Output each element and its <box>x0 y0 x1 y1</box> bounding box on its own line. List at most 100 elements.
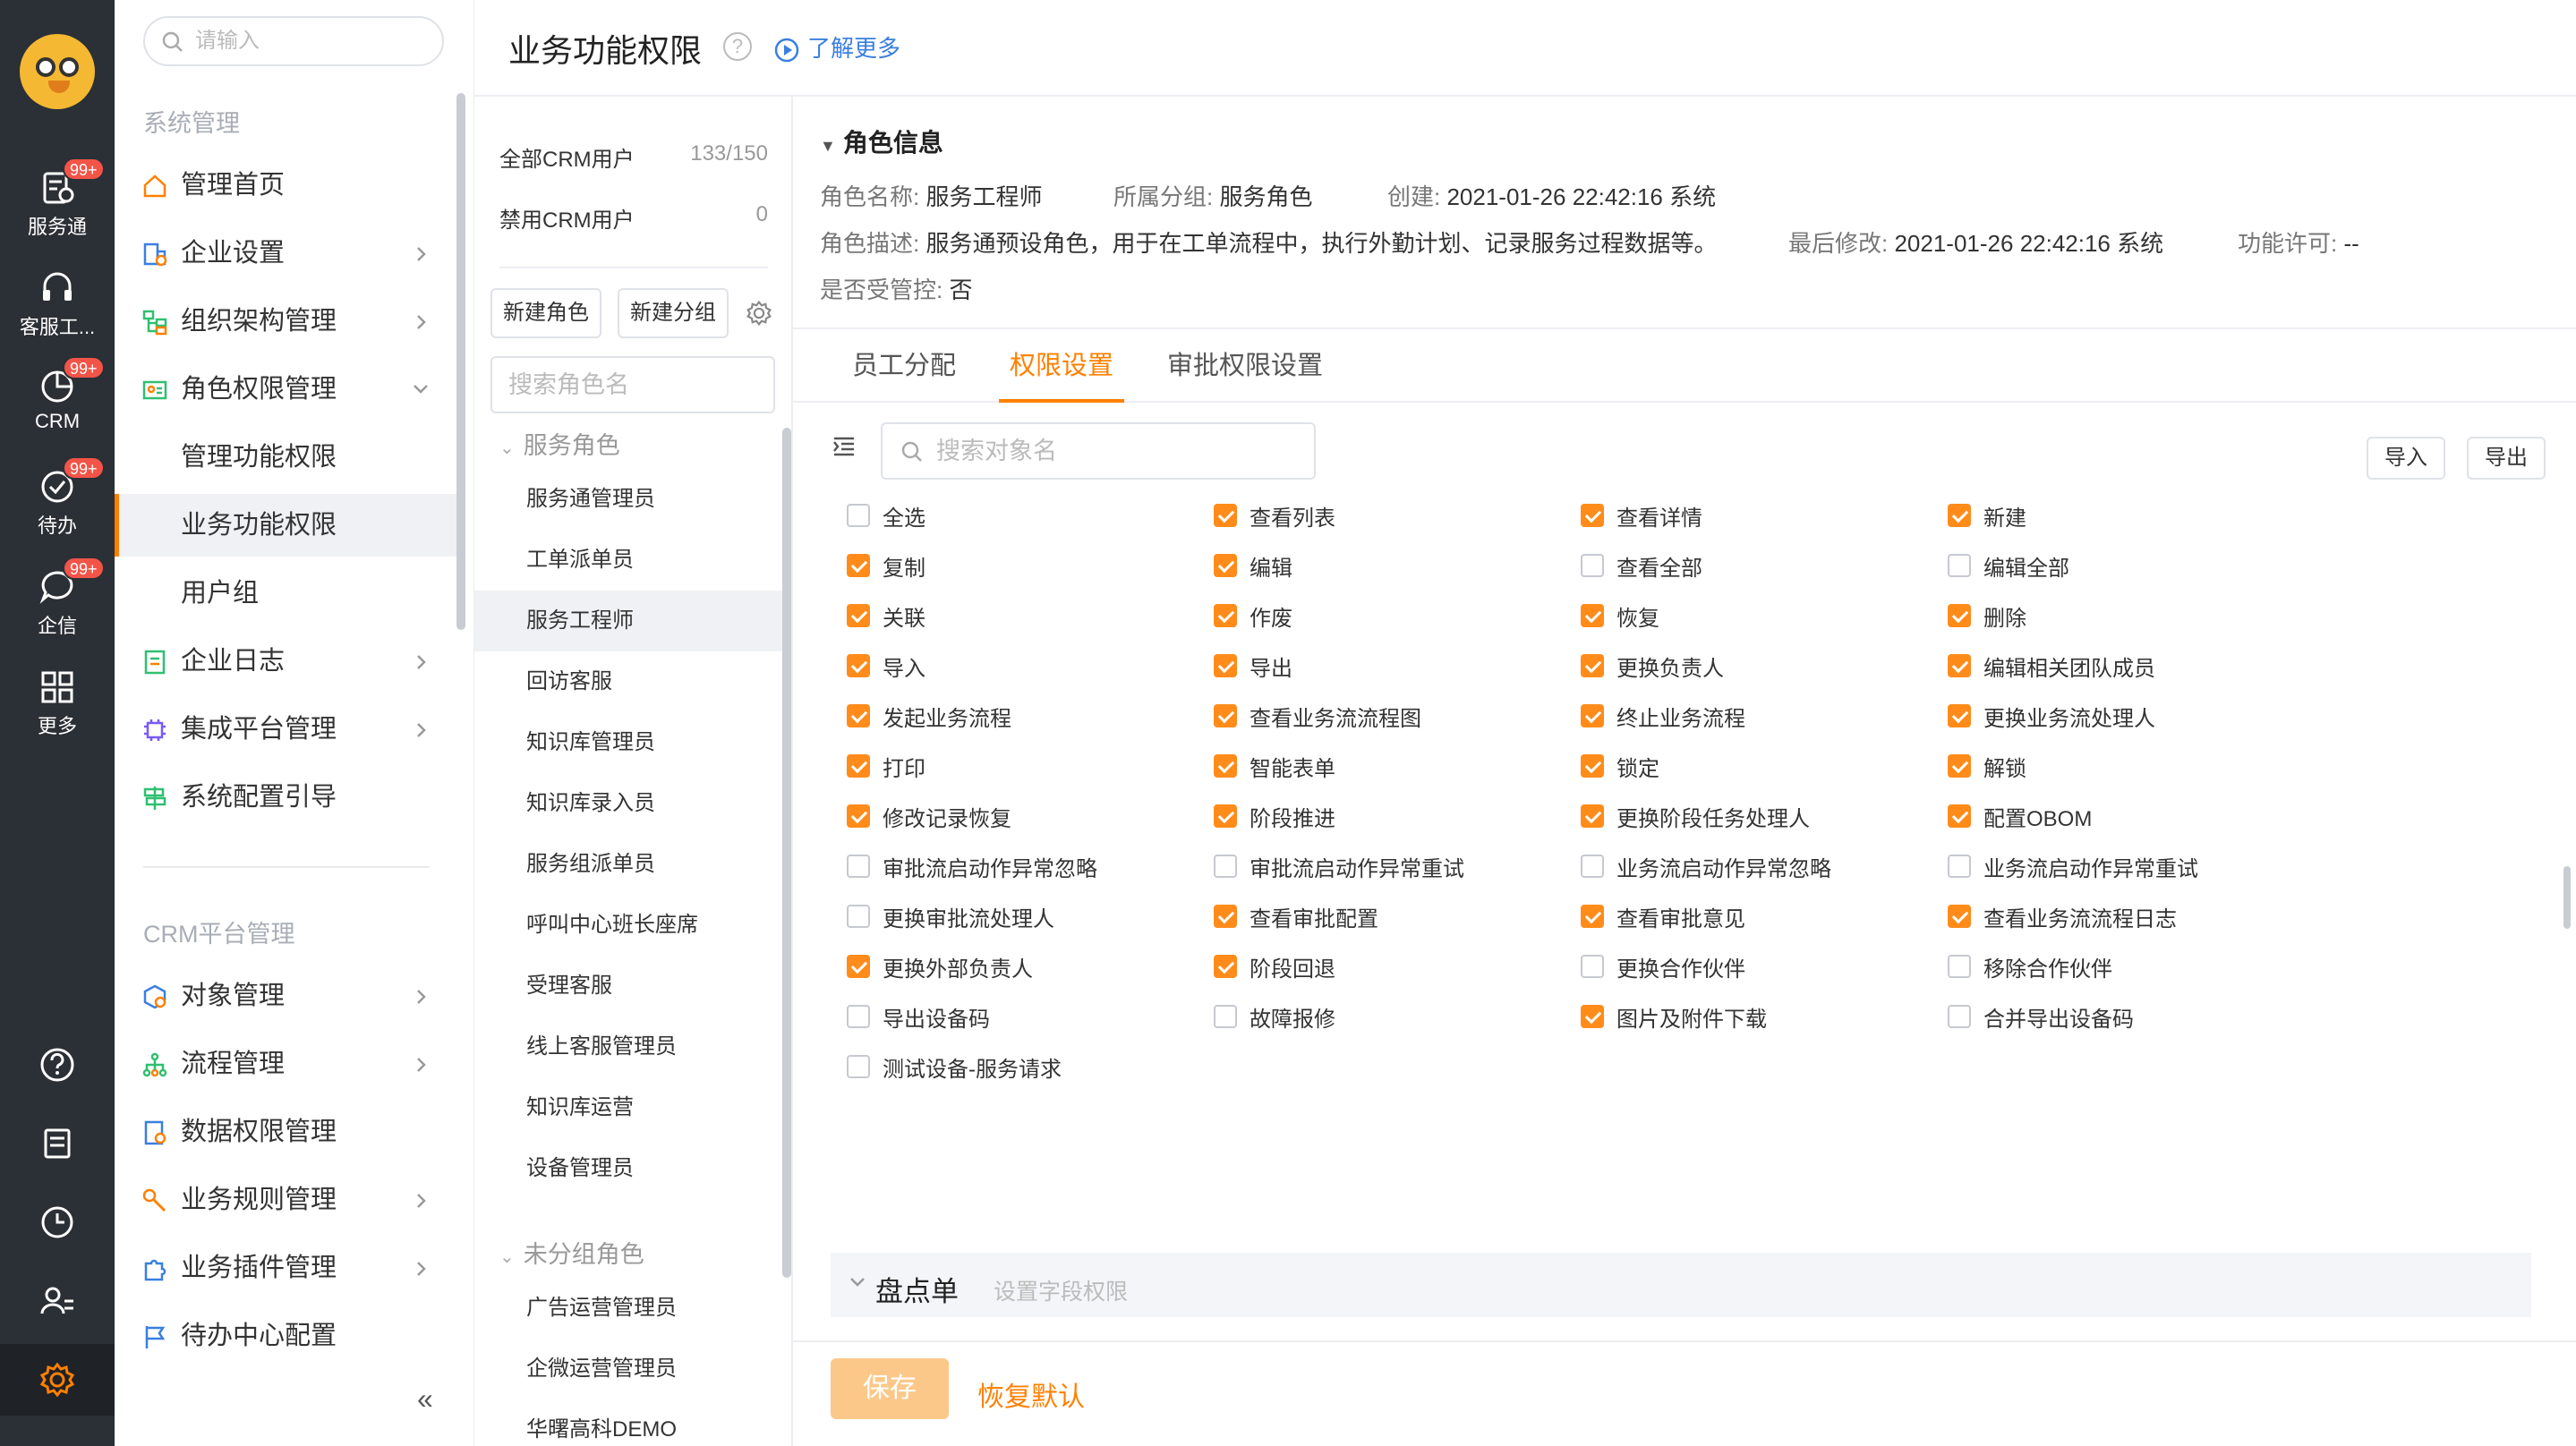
permission-checkbox-item[interactable]: 查看详情 <box>1581 490 1948 540</box>
role-item[interactable]: 呼叫中心班长座席 <box>474 895 784 956</box>
checkbox-unchecked[interactable] <box>847 1005 870 1028</box>
permission-checkbox-item[interactable]: 删除 <box>1948 591 2315 641</box>
role-item[interactable]: 知识库管理员 <box>474 712 784 773</box>
permission-checkbox-item[interactable]: 编辑相关团队成员 <box>1948 641 2315 691</box>
checkbox-unchecked[interactable] <box>1214 855 1237 878</box>
nav-item-business-perm[interactable]: 业务功能权限 <box>115 494 456 557</box>
nav-item-todo-config[interactable]: 待办中心配置 <box>115 1305 456 1367</box>
checkbox-checked[interactable] <box>1214 955 1237 978</box>
checkbox-unchecked[interactable] <box>847 905 870 928</box>
export-button[interactable]: 导出 <box>2467 437 2546 480</box>
permission-checkbox-item[interactable]: 故障报修 <box>1214 991 1581 1042</box>
nav-item-rules[interactable]: 业务规则管理 <box>115 1169 456 1231</box>
checkbox-checked[interactable] <box>847 804 870 828</box>
checkbox-checked[interactable] <box>1948 754 1971 778</box>
nav-scrollbar[interactable] <box>456 93 465 630</box>
role-item[interactable]: 回访客服 <box>474 651 784 712</box>
nav-item-user-group[interactable]: 用户组 <box>115 562 456 625</box>
help-button[interactable] <box>0 1029 115 1101</box>
settings-button[interactable] <box>0 1344 115 1416</box>
role-item[interactable]: 线上客服管理员 <box>474 1016 784 1077</box>
checkbox-checked[interactable] <box>1581 704 1604 727</box>
permission-checkbox-item[interactable]: 业务流启动作异常忽略 <box>1581 841 1948 891</box>
nav-item-data-perm[interactable]: 数据权限管理 <box>115 1101 456 1163</box>
checkbox-checked[interactable] <box>1948 905 1971 928</box>
checkbox-checked[interactable] <box>1214 754 1237 778</box>
role-item[interactable]: 服务通管理员 <box>474 469 784 530</box>
all-crm-users[interactable]: 全部CRM用户 133/150 <box>499 141 768 173</box>
permission-checkbox-item[interactable]: 审批流启动作异常重试 <box>1214 841 1581 891</box>
permission-checkbox-item[interactable]: 解锁 <box>1948 741 2315 791</box>
role-item[interactable]: 工单派单员 <box>474 530 784 591</box>
permission-checkbox-item[interactable]: 移除合作伙伴 <box>1948 941 2315 991</box>
rail-item-more[interactable]: 更多 <box>0 668 115 757</box>
nav-item-home[interactable]: 管理首页 <box>115 154 456 217</box>
permission-checkbox-item[interactable]: 更换负责人 <box>1581 641 1948 691</box>
history-button[interactable] <box>0 1187 115 1258</box>
permission-checkbox-item[interactable]: 导出 <box>1214 641 1581 691</box>
rail-item-service[interactable]: 99+ 服务通 <box>0 157 115 258</box>
tab-permissions[interactable]: 权限设置 <box>998 329 1125 403</box>
permission-checkbox-item[interactable]: 图片及附件下载 <box>1581 991 1948 1042</box>
new-role-button[interactable]: 新建角色 <box>490 288 601 338</box>
checkbox-checked[interactable] <box>1581 1005 1604 1028</box>
checkbox-unchecked[interactable] <box>847 855 870 878</box>
nav-item-company[interactable]: 企业设置 <box>115 222 456 285</box>
permission-checkbox-item[interactable]: 作废 <box>1214 591 1581 641</box>
permission-checkbox-item[interactable]: 阶段回退 <box>1214 941 1581 991</box>
nav-search-input[interactable]: 请输入 <box>143 16 444 66</box>
checkbox-checked[interactable] <box>1581 504 1604 527</box>
role-group-ungrouped[interactable]: ⌄ 未分组角色 <box>499 1235 644 1270</box>
permission-checkbox-item[interactable]: 恢复 <box>1581 591 1948 641</box>
rail-item-crm[interactable]: 99+ CRM <box>0 356 115 456</box>
restore-default-button[interactable]: 恢复默认 <box>977 1374 1085 1414</box>
checkbox-unchecked[interactable] <box>1581 855 1604 878</box>
checkbox-unchecked[interactable] <box>1948 855 1971 878</box>
permission-checkbox-item[interactable]: 更换业务流处理人 <box>1948 691 2315 741</box>
role-item-selected[interactable]: 服务工程师 <box>474 591 784 651</box>
permission-checkbox-item[interactable]: 查看业务流流程日志 <box>1948 891 2315 941</box>
checkbox-unchecked[interactable] <box>1948 955 1971 978</box>
checkbox-unchecked[interactable] <box>1581 554 1604 577</box>
checkbox-checked[interactable] <box>1948 804 1971 828</box>
checkbox-checked[interactable] <box>1581 905 1604 928</box>
permission-checkbox-item[interactable]: 新建 <box>1948 490 2315 540</box>
permission-checkbox-item[interactable]: 查看全部 <box>1581 540 1948 591</box>
role-item[interactable]: 设备管理员 <box>474 1138 784 1199</box>
permission-checkbox-item[interactable]: 发起业务流程 <box>847 691 1214 741</box>
checkbox-checked[interactable] <box>847 554 870 577</box>
permission-checkbox-item[interactable]: 合并导出设备码 <box>1948 991 2315 1042</box>
checkbox-unchecked[interactable] <box>847 504 870 527</box>
checkbox-checked[interactable] <box>1948 704 1971 727</box>
field-permission-link[interactable]: 设置字段权限 <box>994 1274 1128 1306</box>
permission-checkbox-item[interactable]: 修改记录恢复 <box>847 791 1214 841</box>
permission-checkbox-item[interactable]: 导出设备码 <box>847 991 1214 1042</box>
permission-checkbox-item[interactable]: 阶段推进 <box>1214 791 1581 841</box>
checkbox-checked[interactable] <box>1948 604 1971 627</box>
import-button[interactable]: 导入 <box>2367 437 2445 480</box>
role-item[interactable]: 知识库运营 <box>474 1077 784 1138</box>
checkbox-checked[interactable] <box>1581 754 1604 778</box>
checkbox-checked[interactable] <box>847 604 870 627</box>
permission-checkbox-item[interactable]: 导入 <box>847 641 1214 691</box>
permission-checkbox-item[interactable]: 打印 <box>847 741 1214 791</box>
role-item[interactable]: 受理客服 <box>474 956 784 1016</box>
list-indent-icon[interactable] <box>831 433 857 460</box>
permission-checkbox-item[interactable]: 编辑全部 <box>1948 540 2315 591</box>
permission-checkbox-item[interactable]: 测试设备-服务请求 <box>847 1042 1214 1092</box>
permission-checkbox-item[interactable]: 审批流启动作异常忽略 <box>847 841 1214 891</box>
checkbox-checked[interactable] <box>847 704 870 727</box>
permission-checkbox-item[interactable]: 更换审批流处理人 <box>847 891 1214 941</box>
nav-item-org[interactable]: 组织架构管理 <box>115 290 456 353</box>
rail-item-cs[interactable]: 客服工... <box>0 268 115 358</box>
checkbox-unchecked[interactable] <box>1214 1005 1237 1028</box>
contacts-button[interactable] <box>0 1265 115 1337</box>
permission-checkbox-item[interactable]: 复制 <box>847 540 1214 591</box>
checkbox-unchecked[interactable] <box>1581 955 1604 978</box>
nav-item-integration[interactable]: 集成平台管理 <box>115 698 456 761</box>
nav-item-config-guide[interactable]: 系统配置引导 <box>115 766 456 829</box>
disabled-crm-users[interactable]: 禁用CRM用户 0 <box>499 202 768 234</box>
checkbox-checked[interactable] <box>1581 604 1604 627</box>
help-icon[interactable]: ? <box>723 32 752 61</box>
main-scrollbar[interactable] <box>2563 866 2571 929</box>
